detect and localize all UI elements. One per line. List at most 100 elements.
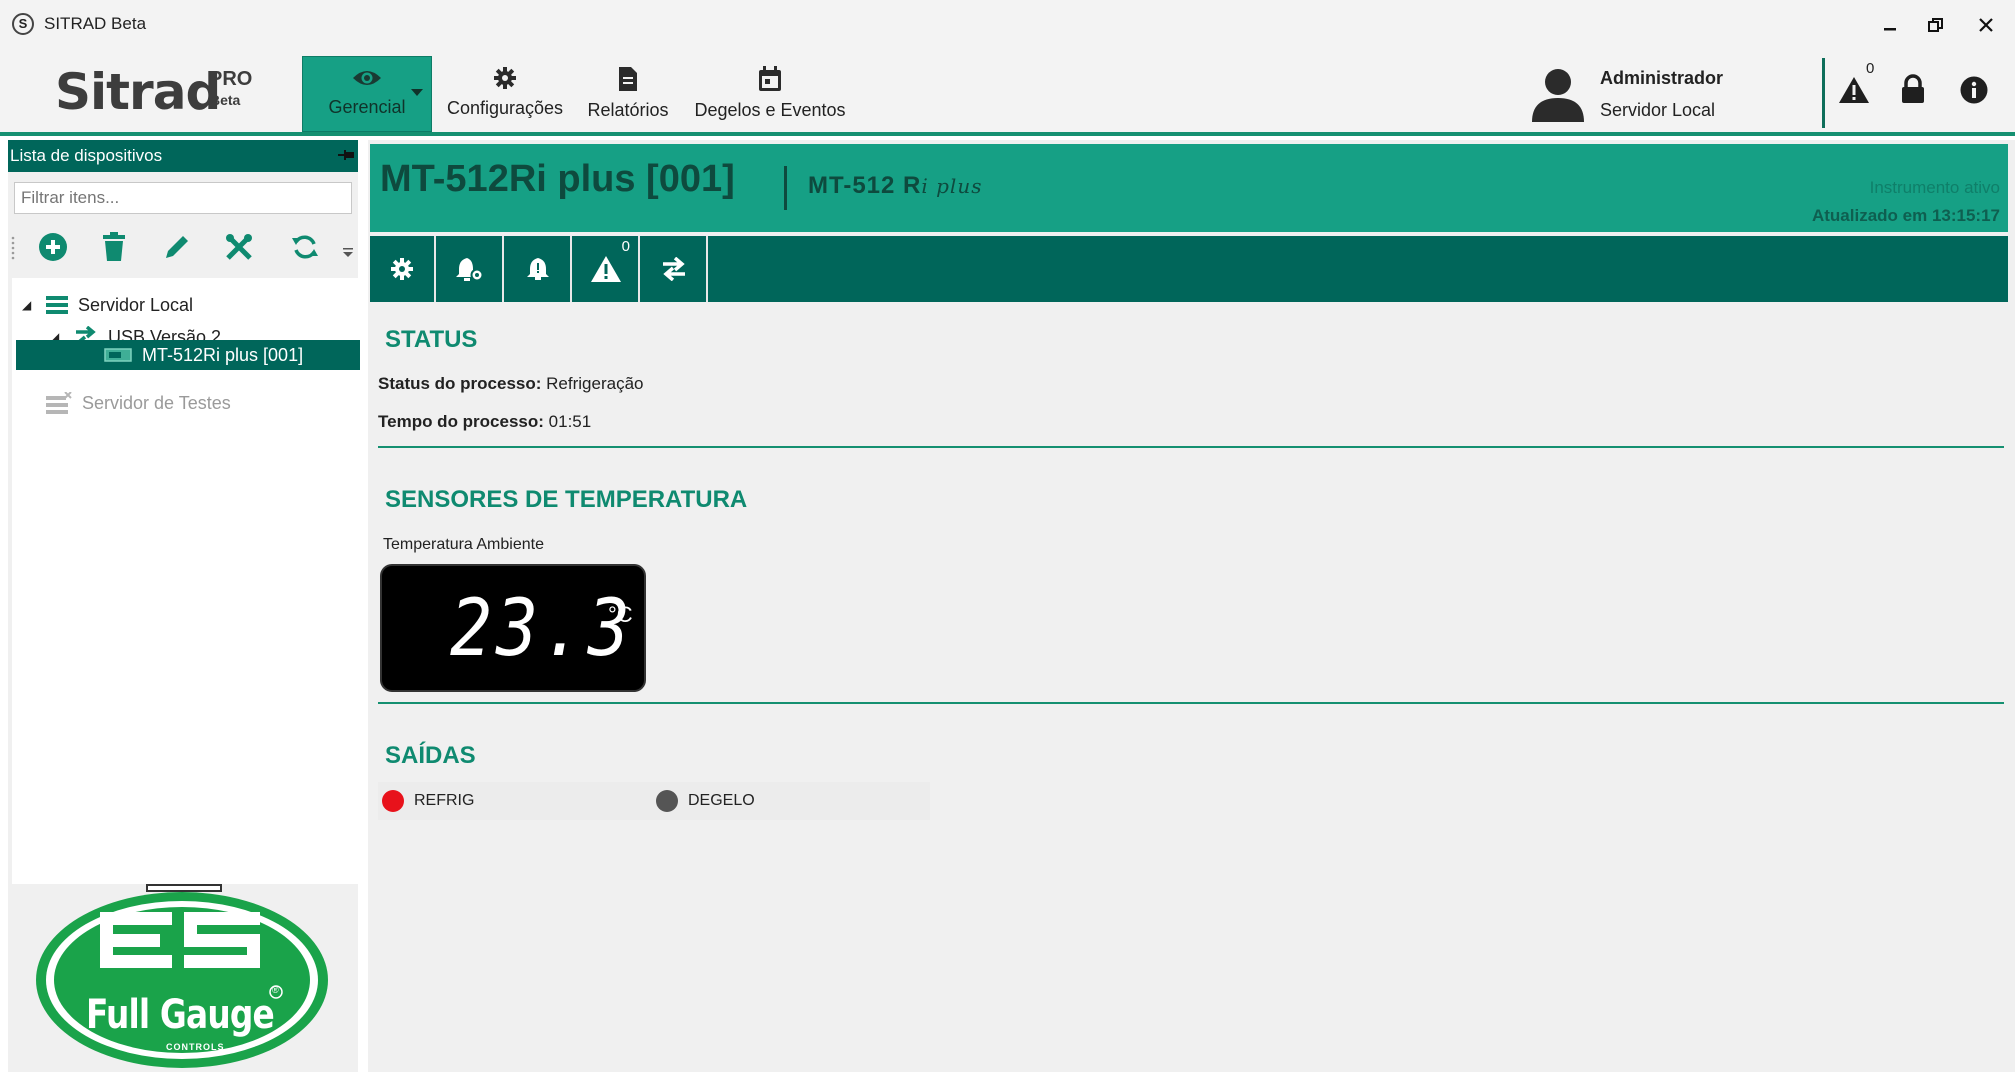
- pin-icon[interactable]: [338, 148, 354, 162]
- restore-button[interactable]: [1914, 8, 1958, 42]
- device-alerts-button[interactable]: 0: [574, 236, 640, 302]
- device-title: MT-512Ri plus [001]: [380, 158, 735, 200]
- app-header: Sitrad PRO Beta Gerencial Configurações …: [0, 50, 2015, 136]
- device-model-logo: MT-512 Ri plus: [808, 172, 982, 200]
- user-avatar-icon[interactable]: [1530, 66, 1586, 122]
- header-divider: [1822, 58, 1825, 128]
- temperature-display: 23.3 °C: [380, 564, 646, 692]
- device-list-panel: Lista de dispositivos ◢ Servidor Local ◢…: [8, 140, 360, 1072]
- lock-button[interactable]: [1900, 74, 1926, 104]
- outputs-section-title: SAÍDAS: [385, 742, 476, 769]
- device-model-suffix: i plus: [921, 174, 983, 198]
- info-button[interactable]: [1960, 76, 1988, 104]
- expand-arrow-icon[interactable]: ◢: [22, 298, 36, 312]
- temperature-sensor-label: Temperatura Ambiente: [383, 536, 544, 553]
- brand-registered: ®: [272, 985, 279, 995]
- device-toolbar: 0: [370, 236, 2008, 302]
- document-icon: [619, 67, 637, 91]
- brand-sub: CONTROLS: [166, 1042, 225, 1052]
- alarm-button[interactable]: [506, 236, 572, 302]
- alert-count-badge: 0: [1866, 60, 1875, 77]
- tree-item-servidor-testes[interactable]: Servidor de Testes: [46, 388, 231, 418]
- user-icon: [1532, 69, 1584, 122]
- transfer-icon: [663, 257, 685, 281]
- edit-pencil-icon[interactable]: [162, 232, 192, 262]
- user-server: Servidor Local: [1600, 100, 1716, 120]
- output-degelo: DEGELO: [656, 782, 755, 820]
- info-icon: [1960, 76, 1988, 104]
- alarm-settings-button[interactable]: [438, 236, 504, 302]
- app-icon: S: [12, 13, 34, 35]
- nav-configuracoes-label: Configurações: [446, 98, 564, 118]
- bell-gear-icon: [456, 258, 484, 282]
- alerts-button[interactable]: [1838, 76, 1870, 104]
- full-gauge-logo-area: Full Gauge ® CONTROLS: [8, 892, 358, 1072]
- trash-icon[interactable]: [102, 232, 126, 262]
- filter-input[interactable]: [14, 182, 352, 214]
- device-detail-panel: MT-512Ri plus [001] MT-512 Ri plus Instr…: [368, 140, 2015, 1072]
- panel-splitter-handle[interactable]: [146, 884, 222, 892]
- logo-beta: Beta: [210, 92, 241, 108]
- restore-icon: [1928, 18, 1943, 32]
- temperature-unit: °C: [608, 602, 633, 627]
- eye-icon: [353, 71, 381, 85]
- process-status-label: Status do processo:: [378, 374, 542, 393]
- minimize-button[interactable]: [1868, 8, 1912, 42]
- device-list-header: Lista de dispositivos: [8, 140, 358, 172]
- device-alert-count: 0: [621, 238, 630, 255]
- tree-item-mt512ri-plus[interactable]: MT-512Ri plus [001]: [16, 340, 360, 370]
- outputs-list: REFRIG DEGELO: [378, 782, 930, 820]
- warning-icon: [1839, 77, 1869, 103]
- drag-handle-icon[interactable]: [10, 236, 16, 260]
- output-refrig: REFRIG: [382, 782, 474, 820]
- device-state: Instrumento ativo: [1869, 178, 2000, 197]
- process-time-label: Tempo do processo:: [378, 412, 544, 431]
- add-icon[interactable]: [38, 232, 68, 262]
- transfer-button[interactable]: [642, 236, 708, 302]
- device-header: MT-512Ri plus [001] MT-512 Ri plus Instr…: [370, 144, 2008, 232]
- nav-degelos-eventos[interactable]: Degelos e Eventos: [690, 56, 850, 132]
- sensors-section-title: SENSORES DE TEMPERATURA: [385, 486, 748, 513]
- output-label: DEGELO: [688, 792, 755, 809]
- process-time-row: Tempo do processo: 01:51: [378, 412, 591, 432]
- overflow-chevron-icon[interactable]: [342, 248, 354, 258]
- device-updated-time: Atualizado em 13:15:17: [1811, 206, 2000, 225]
- nav-relatorios[interactable]: Relatórios: [578, 56, 678, 132]
- process-status-row: Status do processo: Refrigeração: [378, 374, 643, 394]
- output-label: REFRIG: [414, 792, 475, 809]
- nav-configuracoes[interactable]: Configurações: [440, 56, 570, 132]
- tree-item-label: Servidor de Testes: [82, 392, 231, 413]
- logo-pro: PRO: [209, 68, 253, 90]
- brand-word: Full Gauge: [86, 992, 275, 1038]
- nav-relatorios-label: Relatórios: [587, 100, 669, 120]
- device-settings-button[interactable]: [370, 236, 436, 302]
- close-button[interactable]: [1964, 8, 2008, 42]
- output-led-on-icon: [382, 790, 404, 812]
- calendar-icon: [759, 66, 781, 91]
- device-list-title: Lista de dispositivos: [10, 146, 163, 165]
- close-icon: [1979, 18, 1993, 32]
- device-list-toolbar: [8, 228, 358, 268]
- minimize-icon: [1884, 28, 1896, 31]
- tools-icon[interactable]: [224, 232, 254, 262]
- section-divider: [378, 446, 2004, 448]
- chevron-down-icon[interactable]: [411, 89, 423, 97]
- gear-icon: [391, 258, 413, 280]
- logo-word: Sitrad: [55, 63, 221, 121]
- process-time-value: 01:51: [548, 412, 592, 431]
- lock-icon: [1902, 74, 1924, 103]
- device-model: MT-512 R: [808, 172, 922, 199]
- refresh-icon[interactable]: [290, 232, 320, 262]
- user-name[interactable]: Administrador: [1600, 68, 1723, 89]
- tree-item-label: MT-512Ri plus [001]: [142, 344, 304, 365]
- tree-item-label: Servidor Local: [78, 294, 194, 315]
- device-header-divider: [784, 166, 787, 210]
- nav-gerencial[interactable]: Gerencial: [302, 56, 432, 132]
- output-led-off-icon: [656, 790, 678, 812]
- gear-icon: [494, 67, 516, 89]
- nav-degelos-label: Degelos e Eventos: [694, 100, 846, 120]
- nav-gerencial-label: Gerencial: [328, 97, 406, 117]
- warning-icon: [591, 256, 621, 282]
- tree-item-servidor-local[interactable]: ◢ Servidor Local: [22, 290, 193, 320]
- server-icon: [46, 296, 68, 314]
